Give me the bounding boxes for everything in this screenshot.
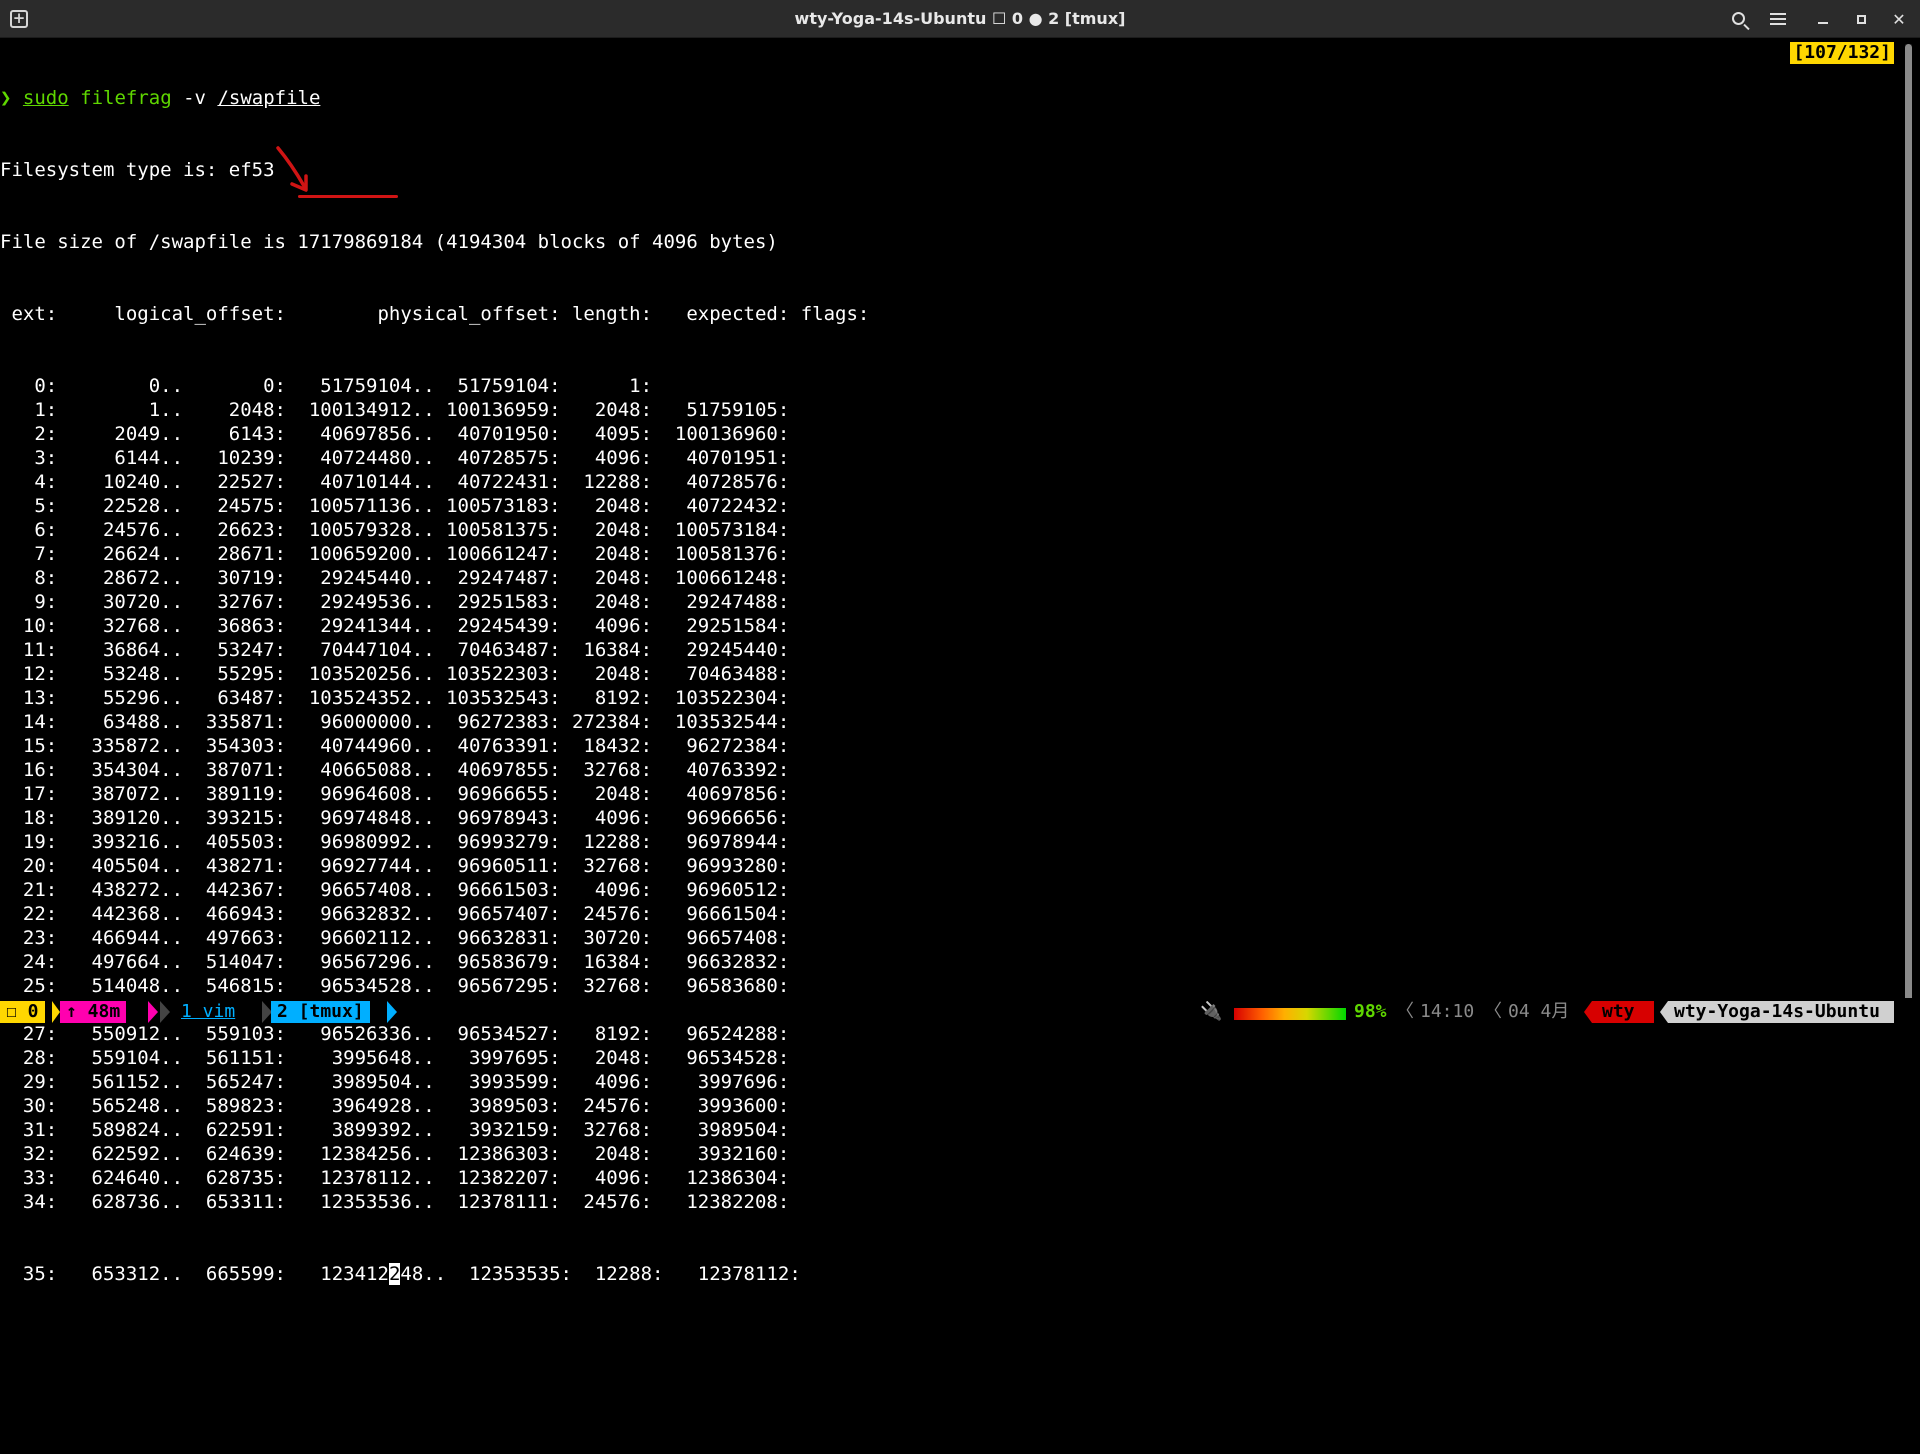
clock-time: 14:10 xyxy=(1420,1001,1475,1022)
date-label: 04 4月 xyxy=(1508,1001,1570,1022)
extent-rows: 0: 0.. 0: 51759104.. 51759104: 1: 1: 1..… xyxy=(0,374,1920,1214)
table-row: 13: 55296.. 63487: 103524352.. 103532543… xyxy=(0,687,790,709)
table-row: 20: 405504.. 438271: 96927744.. 96960511… xyxy=(0,855,790,877)
table-row: 23: 466944.. 497663: 96602112.. 96632831… xyxy=(0,927,790,949)
table-header: ext: logical_offset: physical_offset: le… xyxy=(0,303,870,325)
chevron-left-icon: 〈 xyxy=(1396,1001,1414,1022)
table-row: 0: 0.. 0: 51759104.. 51759104: 1: xyxy=(0,375,790,397)
separator-arrow-icon xyxy=(52,1001,60,1023)
table-row: 21: 438272.. 442367: 96657408.. 96661503… xyxy=(0,879,790,901)
close-icon[interactable]: ✕ xyxy=(1886,7,1912,31)
window-title: wty-Yoga-14s-Ubuntu ☐ 0 ● 2 [tmux] xyxy=(794,9,1126,28)
command-path: /swapfile xyxy=(217,87,321,109)
table-row: 33: 624640.. 628735: 12378112.. 12382207… xyxy=(0,1167,790,1189)
command-flag: -v xyxy=(183,87,206,109)
table-row: 29: 561152.. 565247: 3989504.. 3993599: … xyxy=(0,1071,790,1093)
menu-icon[interactable] xyxy=(1765,7,1791,31)
table-row: 32: 622592.. 624639: 12384256.. 12386303… xyxy=(0,1143,790,1165)
battery-percent: 98% xyxy=(1354,1001,1387,1022)
table-row: 18: 389120.. 393215: 96974848.. 96978943… xyxy=(0,807,790,829)
table-row: 8: 28672.. 30719: 29245440.. 29247487: 2… xyxy=(0,567,790,589)
terminal-pane[interactable]: ❯ sudo filefrag -v /swapfile Filesystem … xyxy=(0,38,1920,1285)
table-row: 1: 1.. 2048: 100134912.. 100136959: 2048… xyxy=(0,399,790,421)
table-row: 12: 53248.. 55295: 103520256.. 103522303… xyxy=(0,663,790,685)
table-row: 22: 442368.. 466943: 96632832.. 96657407… xyxy=(0,903,790,925)
table-row: 35: 653312.. 665599: 123412248.. 1235353… xyxy=(0,1262,1920,1286)
chevron-left-icon: 〈 xyxy=(1484,1001,1502,1022)
tmux-statusbar: ☐ 0 ↑ 48m 1 vim 2 [tmux] 🔌 98% 〈 14:10 〈… xyxy=(0,998,1920,1026)
table-row: 25: 514048.. 546815: 96534528.. 96567295… xyxy=(0,975,790,997)
battery-level-bar xyxy=(1234,1008,1346,1020)
scrollbar-thumb[interactable] xyxy=(1905,44,1912,1004)
user-badge: wty xyxy=(1592,1001,1654,1023)
plug-icon: 🔌 xyxy=(1200,1001,1223,1022)
scrollbar[interactable] xyxy=(1905,44,1912,1004)
separator-arrow-icon xyxy=(1660,1001,1668,1023)
window-titlebar: + wty-Yoga-14s-Ubuntu ☐ 0 ● 2 [tmux] ✕ xyxy=(0,0,1920,38)
table-row: 10: 32768.. 36863: 29241344.. 29245439: … xyxy=(0,615,790,637)
tmux-session-badge[interactable]: ☐ 0 xyxy=(0,1001,45,1023)
last-row-after-cursor: 48.. 12353535: 12288: 12378112: xyxy=(400,1263,801,1285)
prompt-symbol: ❯ xyxy=(0,87,12,109)
table-row: 17: 387072.. 389119: 96964608.. 96966655… xyxy=(0,783,790,805)
table-row: 16: 354304.. 387071: 40665088.. 40697855… xyxy=(0,759,790,781)
tmux-window-1[interactable]: 1 vim xyxy=(175,1001,241,1023)
annotation-underline xyxy=(298,195,398,198)
table-row: 19: 393216.. 405503: 96980992.. 96993279… xyxy=(0,831,790,853)
separator-arrow-icon xyxy=(160,1001,170,1023)
table-row: 9: 30720.. 32767: 29249536.. 29251583: 2… xyxy=(0,591,790,613)
command-line: ❯ sudo filefrag -v /swapfile xyxy=(0,86,1920,110)
table-row: 28: 559104.. 561151: 3995648.. 3997695: … xyxy=(0,1047,790,1069)
separator-arrow-icon xyxy=(1584,1001,1592,1023)
separator-arrow-icon xyxy=(387,1001,397,1023)
search-icon[interactable] xyxy=(1727,7,1753,31)
table-row: 24: 497664.. 514047: 96567296.. 96583679… xyxy=(0,951,790,973)
maximize-icon[interactable] xyxy=(1848,7,1874,31)
table-row: 3: 6144.. 10239: 40724480.. 40728575: 40… xyxy=(0,447,790,469)
table-row: 6: 24576.. 26623: 100579328.. 100581375:… xyxy=(0,519,790,541)
annotation-arrow-icon xyxy=(276,146,308,192)
table-row: 34: 628736.. 653311: 12353536.. 12378111… xyxy=(0,1191,790,1213)
table-row: 5: 22528.. 24575: 100571136.. 100573183:… xyxy=(0,495,790,517)
table-row: 4: 10240.. 22527: 40710144.. 40722431: 1… xyxy=(0,471,790,493)
table-row: 31: 589824.. 622591: 3899392.. 3932159: … xyxy=(0,1119,790,1141)
table-row: 2: 2049.. 6143: 40697856.. 40701950: 409… xyxy=(0,423,790,445)
table-row: 11: 36864.. 53247: 70447104.. 70463487: … xyxy=(0,639,790,661)
output-line: File size of /swapfile is 17179869184 (4… xyxy=(0,231,778,253)
tmux-uptime-badge: ↑ 48m xyxy=(60,1001,127,1023)
cursor: 2 xyxy=(388,1263,401,1285)
command-name: filefrag xyxy=(80,87,172,109)
table-row: 15: 335872.. 354303: 40744960.. 40763391… xyxy=(0,735,790,757)
host-badge: wty-Yoga-14s-Ubuntu xyxy=(1668,1001,1894,1023)
separator-arrow-icon xyxy=(148,1001,158,1023)
last-row-before-cursor: 35: 653312.. 665599: 123412 xyxy=(0,1263,389,1285)
command-sudo: sudo xyxy=(22,87,69,109)
table-row: 14: 63488.. 335871: 96000000.. 96272383:… xyxy=(0,711,790,733)
tmux-window-2-active[interactable]: 2 [tmux] xyxy=(271,1001,370,1023)
table-row: 7: 26624.. 28671: 100659200.. 100661247:… xyxy=(0,543,790,565)
minimize-icon[interactable] xyxy=(1810,7,1836,31)
scroll-position-indicator: [107/132] xyxy=(1790,42,1894,64)
table-row: 30: 565248.. 589823: 3964928.. 3989503: … xyxy=(0,1095,790,1117)
